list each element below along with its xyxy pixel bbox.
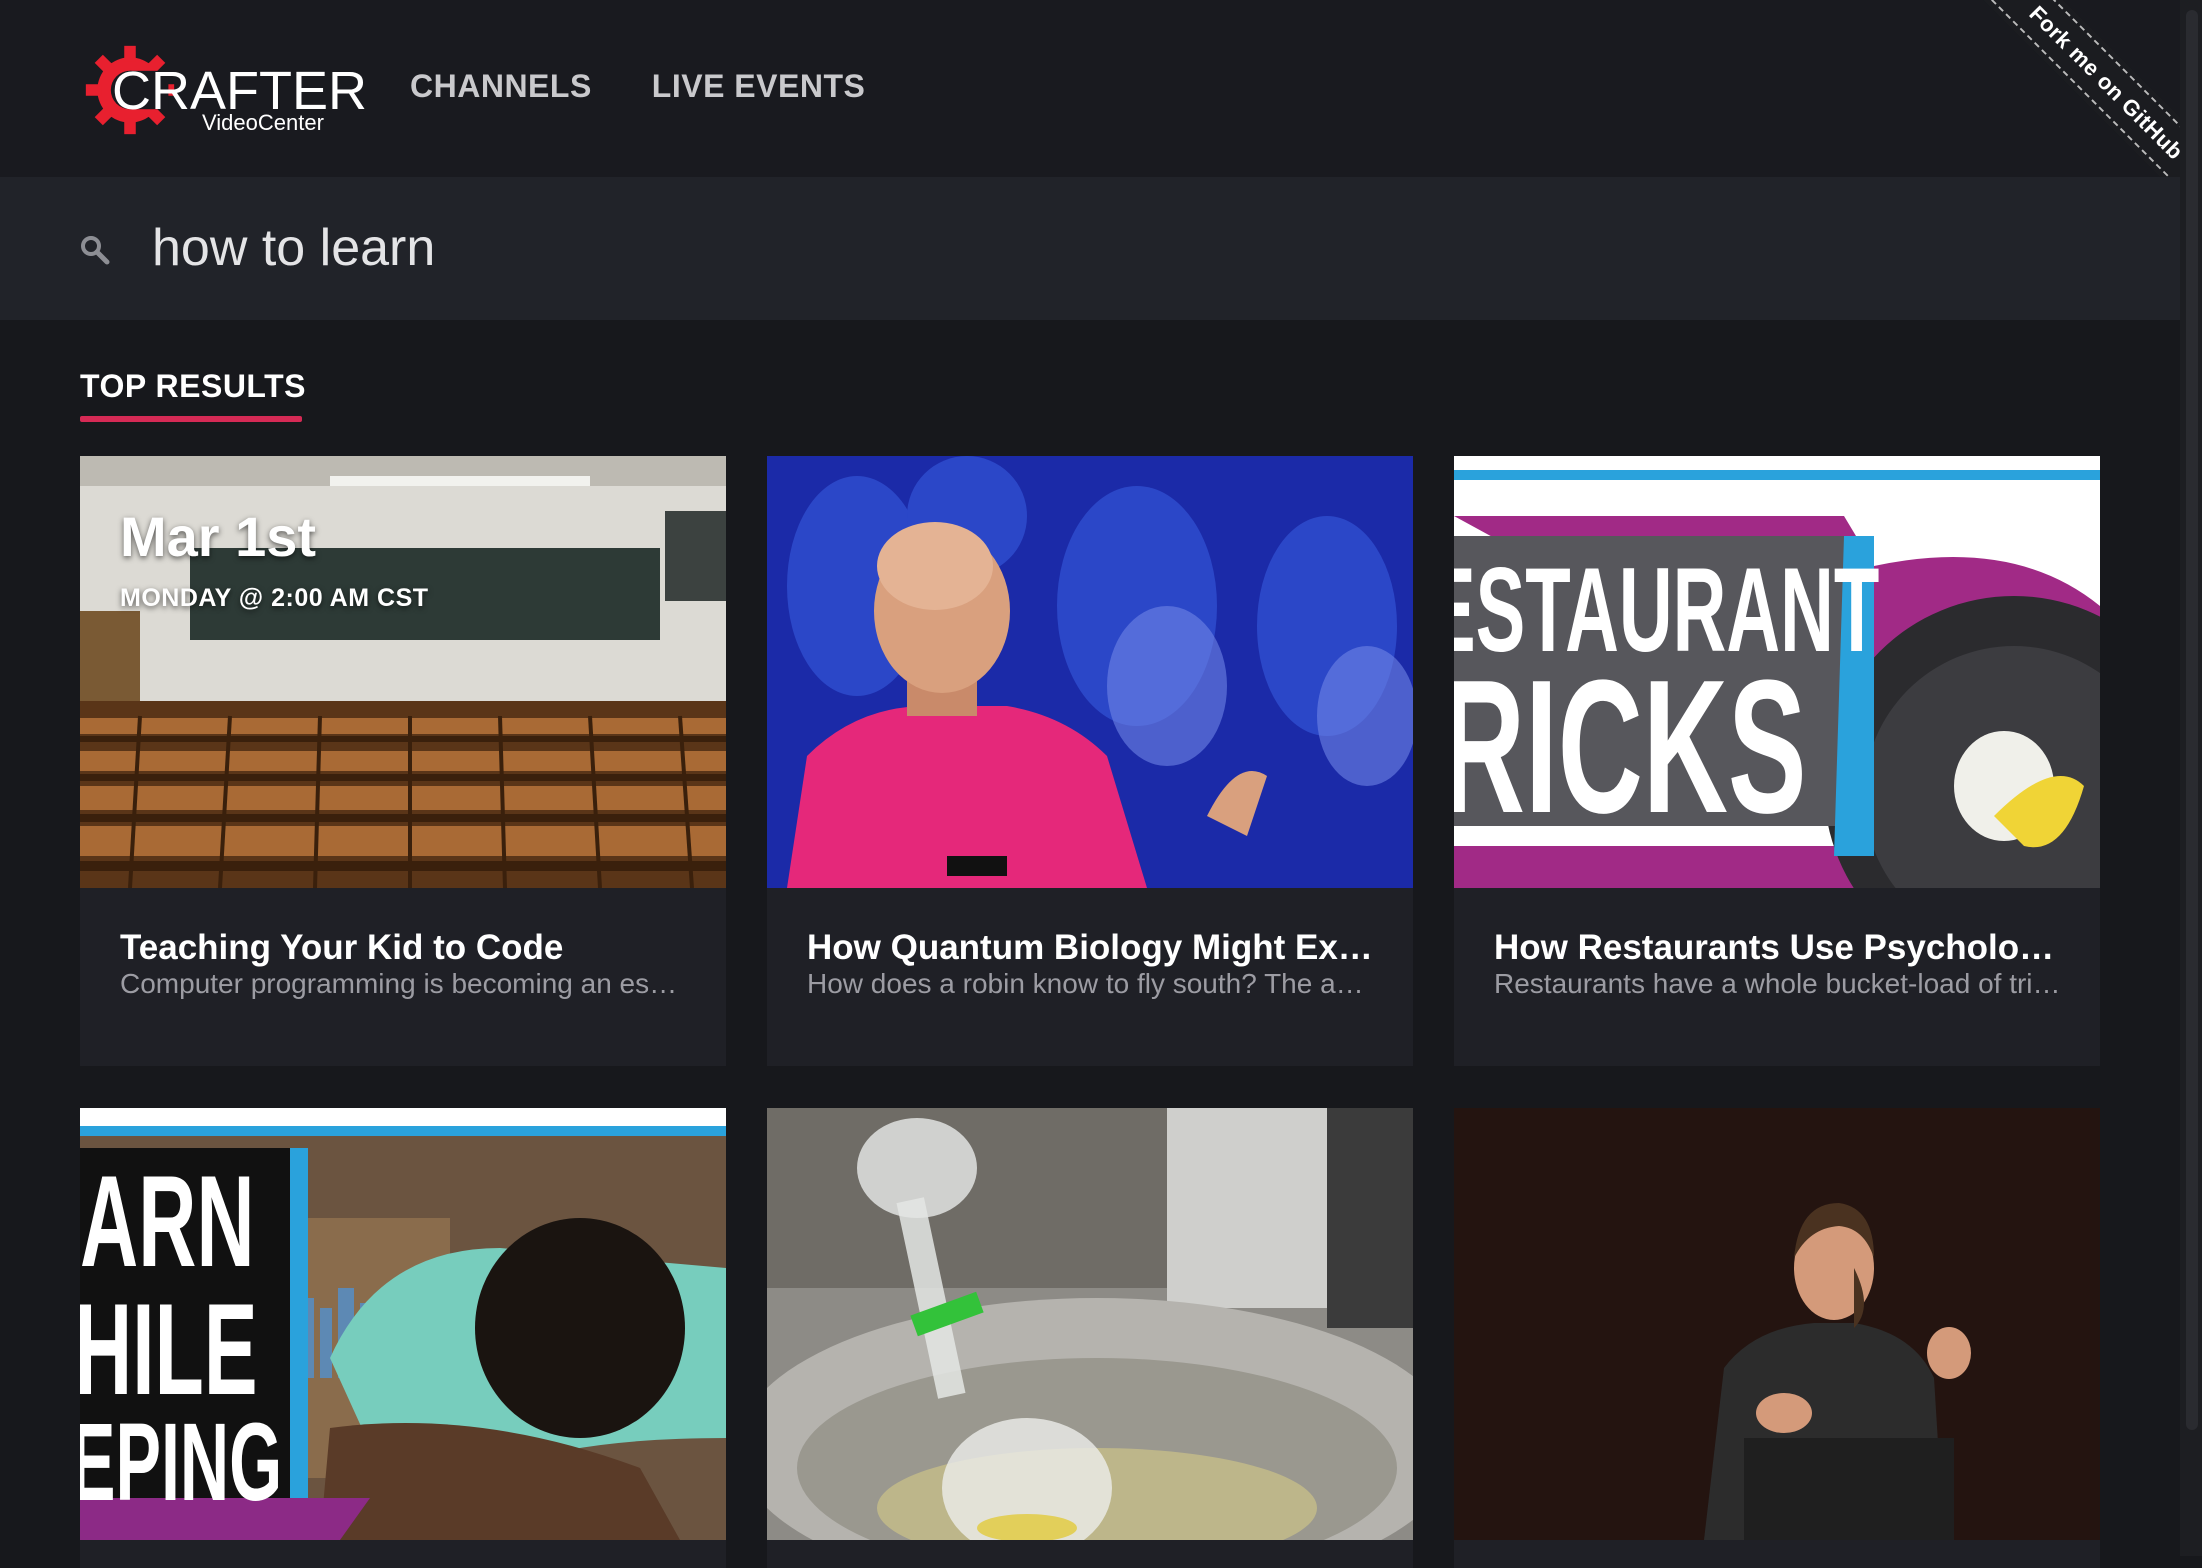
video-card[interactable]: How Quantum Biology Might Ex… How does a… <box>767 456 1413 1066</box>
speaker-stage-photo <box>1454 1108 2100 1540</box>
video-description: Restaurants have a whole bucket-load of … <box>1494 968 2061 999</box>
search-input[interactable] <box>150 212 1654 284</box>
app-header: CRAFTER VideoCenter CHANNELS LIVE EVENTS <box>0 0 2180 177</box>
event-time: MONDAY @ 2:00 AM CST <box>120 584 429 612</box>
thumbnail-overlay-text: ARN <box>80 1148 255 1294</box>
video-card[interactable]: ESTAURANT RICKS How Restaurants Use Psyc… <box>1454 456 2100 1066</box>
search-bar <box>0 177 2180 320</box>
video-description: How does a robin know to fly south? The … <box>807 968 1364 999</box>
thumbnail-overlay-text: EPING <box>80 1401 283 1524</box>
video-title[interactable]: How Quantum Biology Might Ex… <box>807 928 1377 968</box>
video-thumbnail-sleep-learning[interactable]: ARN HILE EPING <box>80 1108 726 1540</box>
brand-subtitle: VideoCenter <box>202 110 324 135</box>
crafter-logo[interactable]: CRAFTER VideoCenter <box>82 42 367 142</box>
video-title[interactable]: Teaching Your Kid to Code <box>120 928 690 968</box>
video-card[interactable] <box>767 1108 1413 1568</box>
scrollbar-thumb[interactable] <box>2186 10 2198 1430</box>
video-card[interactable] <box>1454 1108 2100 1568</box>
section-title-top-results: TOP RESULTS <box>80 368 306 404</box>
lab-flask-photo <box>767 1108 1413 1540</box>
thumbnail-overlay-text: HILE <box>80 1276 258 1422</box>
main-nav: CHANNELS LIVE EVENTS <box>410 68 865 105</box>
video-thumbnail-lab[interactable] <box>767 1108 1413 1540</box>
search-icon <box>81 236 110 265</box>
speaker-pink-shirt-photo <box>767 456 1413 888</box>
video-thumbnail-restaurants[interactable]: ESTAURANT RICKS <box>1454 456 2100 888</box>
video-title[interactable]: How Restaurants Use Psycholo… <box>1494 928 2064 968</box>
video-thumbnail-quantum[interactable] <box>767 456 1413 888</box>
video-description: Computer programming is becoming an es… <box>120 968 678 999</box>
thumbnail-overlay-text: RICKS <box>1454 641 1807 853</box>
video-thumbnail-classroom[interactable]: Mar 1st MONDAY @ 2:00 AM CST <box>80 456 726 888</box>
video-thumbnail-speaker[interactable] <box>1454 1108 2100 1540</box>
section-title-underline <box>80 416 302 422</box>
video-card[interactable]: ARN HILE EPING <box>80 1108 726 1568</box>
event-date: Mar 1st <box>120 505 317 568</box>
nav-live-events[interactable]: LIVE EVENTS <box>652 68 866 105</box>
video-card[interactable]: Mar 1st MONDAY @ 2:00 AM CST Teaching Yo… <box>80 456 726 1066</box>
scrollbar-track[interactable] <box>2180 0 2202 1556</box>
nav-channels[interactable]: CHANNELS <box>410 68 592 105</box>
